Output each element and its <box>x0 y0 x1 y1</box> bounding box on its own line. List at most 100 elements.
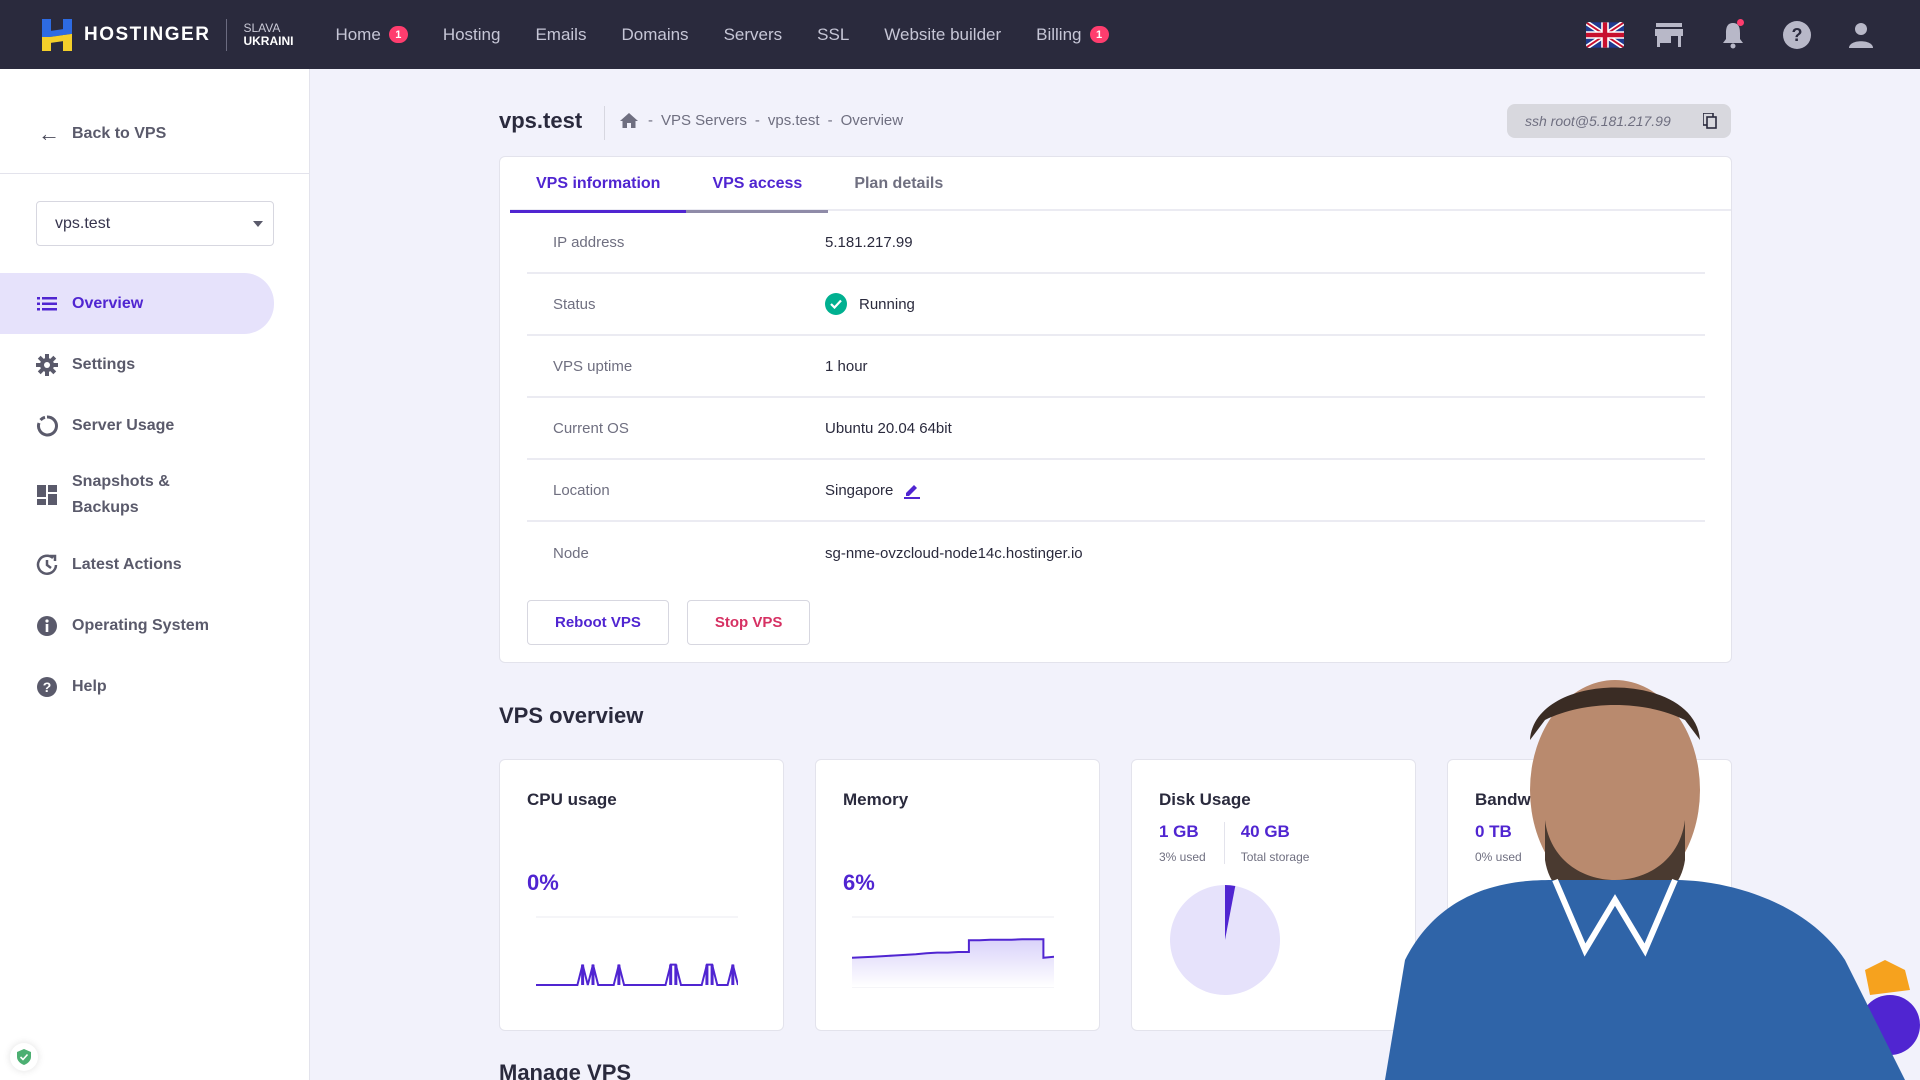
nav-emails[interactable]: Emails <box>535 25 586 45</box>
nav-website-builder[interactable]: Website builder <box>884 25 1001 45</box>
nav-domains[interactable]: Domains <box>621 25 688 45</box>
memory-area-fill <box>852 939 1054 987</box>
slava-text: SLAVA <box>243 20 281 35</box>
account-button[interactable] <box>1842 16 1880 54</box>
notification-badge: 1 <box>388 26 408 43</box>
main-nav: Home 1 Hosting Emails Domains Servers SSL… <box>335 25 1143 45</box>
nav-home-label: Home <box>335 24 381 44</box>
sidebar-item-label: Latest Actions <box>72 555 182 573</box>
status-value: Running <box>825 293 915 315</box>
stop-vps-button[interactable]: Stop VPS <box>686 600 811 645</box>
location-text: Singapore <box>825 481 894 499</box>
top-navigation-bar: HOSTINGER SLAVA UKRAINI Home 1 Hosting Em… <box>0 0 1920 69</box>
sidebar-item-help[interactable]: ? Help <box>0 656 310 717</box>
sidebar-item-overview[interactable]: Overview <box>0 273 274 334</box>
cpu-title: CPU usage <box>527 790 617 809</box>
store-button[interactable] <box>1650 16 1688 54</box>
help-icon: ? <box>1783 20 1811 49</box>
nav-servers[interactable]: Servers <box>724 25 783 45</box>
os-value: Ubuntu 20.04 64bit <box>825 419 952 437</box>
back-to-vps-link[interactable]: ← Back to VPS <box>38 121 166 147</box>
help-icon: ? <box>36 676 58 698</box>
label-line-2: Backups <box>72 499 139 516</box>
nav-website-builder-label: Website builder <box>884 24 1002 44</box>
cpu-value: 0% <box>527 870 559 895</box>
notifications-button[interactable] <box>1714 16 1752 54</box>
breadcrumb-vps-servers[interactable]: VPS Servers <box>661 112 747 129</box>
nav-ssl[interactable]: SSL <box>817 25 849 45</box>
nav-emails-label: Emails <box>535 24 587 44</box>
hostinger-logo-icon <box>42 18 72 51</box>
disk-used: 1 GB 3% used <box>1159 822 1224 864</box>
presenter-video <box>1385 680 1920 1080</box>
vps-overview-title: VPS overview <box>499 703 644 728</box>
sidebar-item-label: Snapshots & Backups <box>72 469 170 521</box>
vps-actions: Reboot VPS Stop VPS <box>527 600 828 645</box>
memory-sparkline <box>852 916 1054 988</box>
sidebar-item-label: Overview <box>72 294 144 312</box>
help-button[interactable]: ? <box>1778 16 1816 54</box>
memory-card: Memory 6% <box>815 759 1100 1031</box>
disk-title: Disk Usage <box>1159 790 1251 809</box>
nav-domains-label: Domains <box>621 24 689 44</box>
label-line-1: Snapshots & <box>72 473 170 490</box>
security-extension-button[interactable] <box>10 1043 38 1071</box>
tab-vps-access[interactable]: VPS access <box>686 157 829 213</box>
breadcrumb: - VPS Servers - vps.test - Overview <box>620 112 911 129</box>
ukraini-text: UKRAINI <box>243 33 294 48</box>
manage-vps-title: Manage VPS <box>499 1060 632 1080</box>
memory-value: 6% <box>843 870 875 895</box>
tab-vps-information[interactable]: VPS information <box>510 157 687 213</box>
ssh-command-box[interactable]: ssh root@5.181.217.99 <box>1507 104 1731 138</box>
sidebar-item-label: Operating System <box>72 616 209 634</box>
info-tabs: VPS information VPS access Plan details <box>510 157 1731 213</box>
info-icon <box>36 615 58 637</box>
dashboard-grid-icon <box>36 484 58 506</box>
memory-title: Memory <box>843 790 909 809</box>
disk-total-label: Total storage <box>1240 850 1310 864</box>
table-row: Node sg-nme-ovzcloud-node14c.hostinger.i… <box>527 522 1705 584</box>
arrow-left-icon: ← <box>38 121 60 146</box>
sidebar-item-server-usage[interactable]: Server Usage <box>0 395 310 456</box>
nav-hosting-label: Hosting <box>442 24 501 44</box>
disk-total-value: 40 GB <box>1240 822 1290 841</box>
copy-icon[interactable] <box>1703 113 1717 129</box>
reboot-vps-button[interactable]: Reboot VPS <box>527 600 669 645</box>
sidebar-item-latest-actions[interactable]: Latest Actions <box>0 534 310 595</box>
edit-pencil-icon[interactable] <box>903 481 921 499</box>
logo-divider <box>226 18 228 51</box>
svg-text:?: ? <box>1792 25 1803 45</box>
row-label: Status <box>553 295 596 313</box>
sidebar-item-settings[interactable]: Settings <box>0 334 310 395</box>
nav-billing-label: Billing <box>1036 24 1082 44</box>
nav-billing[interactable]: Billing 1 <box>1036 24 1109 45</box>
gear-icon <box>36 353 58 376</box>
back-label: Back to VPS <box>72 125 167 142</box>
svg-text:?: ? <box>43 679 52 695</box>
nav-hosting[interactable]: Hosting <box>443 25 501 45</box>
breadcrumb-current: Overview <box>840 112 904 129</box>
circle-progress-icon <box>36 414 58 437</box>
user-icon <box>1849 22 1873 48</box>
nav-home[interactable]: Home 1 <box>335 24 408 45</box>
disk-used-value: 1 GB <box>1159 822 1199 841</box>
sidebar-item-operating-system[interactable]: Operating System <box>0 595 310 656</box>
breadcrumb-separator: - <box>754 112 760 129</box>
sidebar-menu: Overview Settings Server Usage Snapshots… <box>0 273 310 717</box>
row-label: Node <box>553 544 589 562</box>
uk-flag-icon <box>1586 21 1624 48</box>
sidebar-item-label: Settings <box>72 355 136 373</box>
shield-check-icon <box>17 1049 31 1065</box>
table-row: VPS uptime 1 hour <box>527 336 1705 398</box>
table-row: Location Singapore <box>527 460 1705 522</box>
tab-plan-details[interactable]: Plan details <box>828 157 969 211</box>
slava-ukraini-label: SLAVA UKRAINI <box>243 20 294 48</box>
webcam-overlay <box>1385 660 1920 1080</box>
home-icon[interactable] <box>620 113 638 128</box>
hostinger-logo[interactable]: HOSTINGER SLAVA UKRAINI <box>42 18 294 51</box>
breadcrumb-vps-test[interactable]: vps.test <box>768 112 820 129</box>
brand-name: HOSTINGER <box>84 23 211 45</box>
language-button[interactable] <box>1586 16 1624 54</box>
sidebar-item-snapshots-backups[interactable]: Snapshots & Backups <box>0 456 310 534</box>
server-select[interactable]: vps.test <box>36 201 274 246</box>
